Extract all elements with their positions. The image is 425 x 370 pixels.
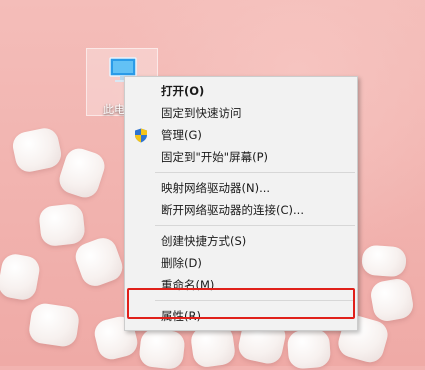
menu-item-create-shortcut[interactable]: 创建快捷方式(S) [125, 230, 357, 252]
marshmallow [55, 144, 109, 202]
properties-highlight-box [127, 288, 355, 319]
desktop-icon-label: 此电 [103, 103, 125, 116]
marshmallow [361, 244, 407, 278]
menu-item-map-network-drive[interactable]: 映射网络驱动器(N)... [125, 177, 357, 199]
menu-item-disconnect-network-drive[interactable]: 断开网络驱动器的连接(C)... [125, 199, 357, 221]
menu-separator [155, 172, 355, 173]
menu-item-pin-start[interactable]: 固定到"开始"屏幕(P) [125, 146, 357, 168]
menu-separator [155, 225, 355, 226]
menu-item-delete[interactable]: 删除(D) [125, 252, 357, 274]
menu-item-pin-quick-access[interactable]: 固定到快速访问 [125, 102, 357, 124]
marshmallow [368, 276, 416, 324]
shield-icon [135, 128, 147, 143]
marshmallow [286, 328, 332, 370]
menu-item-open[interactable]: 打开(O) [125, 80, 357, 102]
marshmallow [138, 327, 186, 370]
marshmallow [71, 234, 127, 290]
menu-item-manage-label: 管理(G) [161, 128, 202, 142]
marshmallow [0, 252, 42, 302]
menu-item-manage[interactable]: 管理(G) [125, 124, 357, 146]
marshmallow [27, 301, 81, 349]
marshmallow [38, 202, 86, 248]
marshmallow [10, 125, 64, 175]
